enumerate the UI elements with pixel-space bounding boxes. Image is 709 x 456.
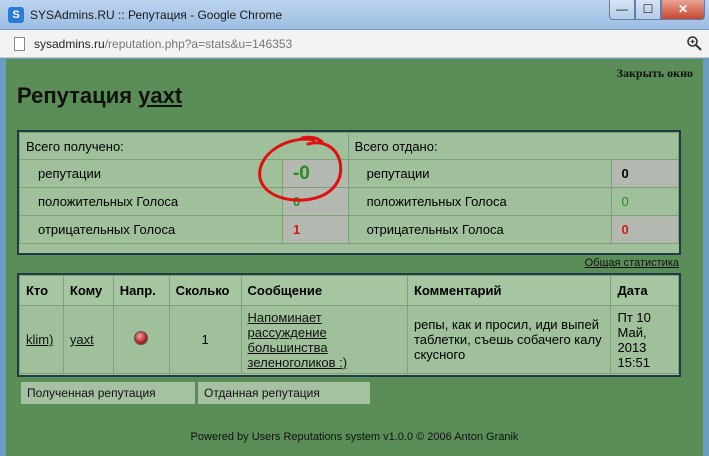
close-window-link[interactable]: Закрыть окно	[617, 66, 693, 81]
given-negative-value: 0	[610, 215, 680, 244]
column-header-message: Сообщение	[240, 275, 408, 306]
app-icon: S	[8, 7, 24, 23]
page-title-prefix: Репутация	[17, 83, 139, 108]
column-header-date: Дата	[610, 275, 679, 306]
window-title: SYSAdmins.RU :: Репутация - Google Chrom…	[30, 8, 283, 22]
date-cell: Пт 10 Май, 2013 15:51	[610, 305, 679, 374]
reputation-summary: Всего получено: Всего отдано: репутации …	[17, 130, 681, 255]
column-header-amount: Сколько	[168, 275, 242, 306]
comment-cell: репы, как и просил, иди выпей таблетки, …	[406, 305, 612, 374]
url-path: /reputation.php?a=stats&u=146353	[104, 37, 293, 51]
received-reputation-value: -0	[281, 159, 349, 188]
window-titlebar: S SYSAdmins.RU :: Репутация - Google Chr…	[0, 0, 709, 30]
url-host: sysadmins.ru	[34, 37, 105, 51]
received-negative-value: 1	[281, 215, 349, 244]
tab-received-reputation[interactable]: Полученная репутация	[21, 382, 195, 404]
received-negative-label: отрицательных Голоса	[19, 215, 283, 244]
page-content: Закрыть окно Репутация yaxt Всего получе…	[6, 59, 703, 456]
column-header-who: Кто	[19, 275, 64, 306]
given-header: Всего отдано:	[347, 132, 680, 160]
page-icon	[14, 37, 25, 51]
reputation-log-table: Кто Кому Напр. Сколько Сообщение Коммент…	[17, 273, 681, 377]
given-positive-value: 0	[610, 187, 680, 216]
message-link[interactable]: Напоминает рассуждение большинства зелен…	[248, 310, 348, 370]
received-positive-label: положительных Голоса	[19, 187, 283, 216]
amount-cell: 1	[168, 305, 242, 374]
received-reputation-label: репутации	[19, 159, 283, 188]
column-header-comment: Комментарий	[406, 275, 612, 306]
column-header-to: Кому	[62, 275, 114, 306]
tab-given-reputation[interactable]: Отданная репутация	[198, 382, 370, 404]
address-bar[interactable]: sysadmins.ru/reputation.php?a=stats&u=14…	[0, 30, 709, 58]
received-header: Всего получено:	[19, 132, 349, 160]
given-reputation-label: репутации	[347, 159, 612, 188]
user-link[interactable]: yaxt	[138, 83, 182, 108]
minimize-button[interactable]: —	[609, 0, 635, 20]
zoom-icon[interactable]	[686, 35, 702, 51]
close-window-button[interactable]: ✕	[661, 0, 705, 20]
table-row: klim) yaxt 1 Напоминает рассуждение боль…	[19, 305, 679, 374]
given-reputation-value: 0	[610, 159, 680, 188]
given-negative-label: отрицательных Голоса	[347, 215, 612, 244]
received-positive-value: 0	[281, 187, 349, 216]
who-link[interactable]: klim)	[26, 332, 53, 347]
column-header-direction: Напр.	[112, 275, 170, 306]
page-title: Репутация yaxt	[17, 83, 182, 109]
red-dot-icon	[134, 331, 149, 345]
given-positive-label: положительных Голоса	[347, 187, 612, 216]
maximize-button[interactable]: ☐	[635, 0, 661, 20]
footer-text: Powered by Users Reputations system v1.0…	[190, 431, 519, 443]
general-statistics-link[interactable]: Общая статистика	[585, 257, 679, 269]
url-text[interactable]: sysadmins.ru/reputation.php?a=stats&u=14…	[34, 37, 292, 51]
to-link[interactable]: yaxt	[70, 332, 94, 347]
